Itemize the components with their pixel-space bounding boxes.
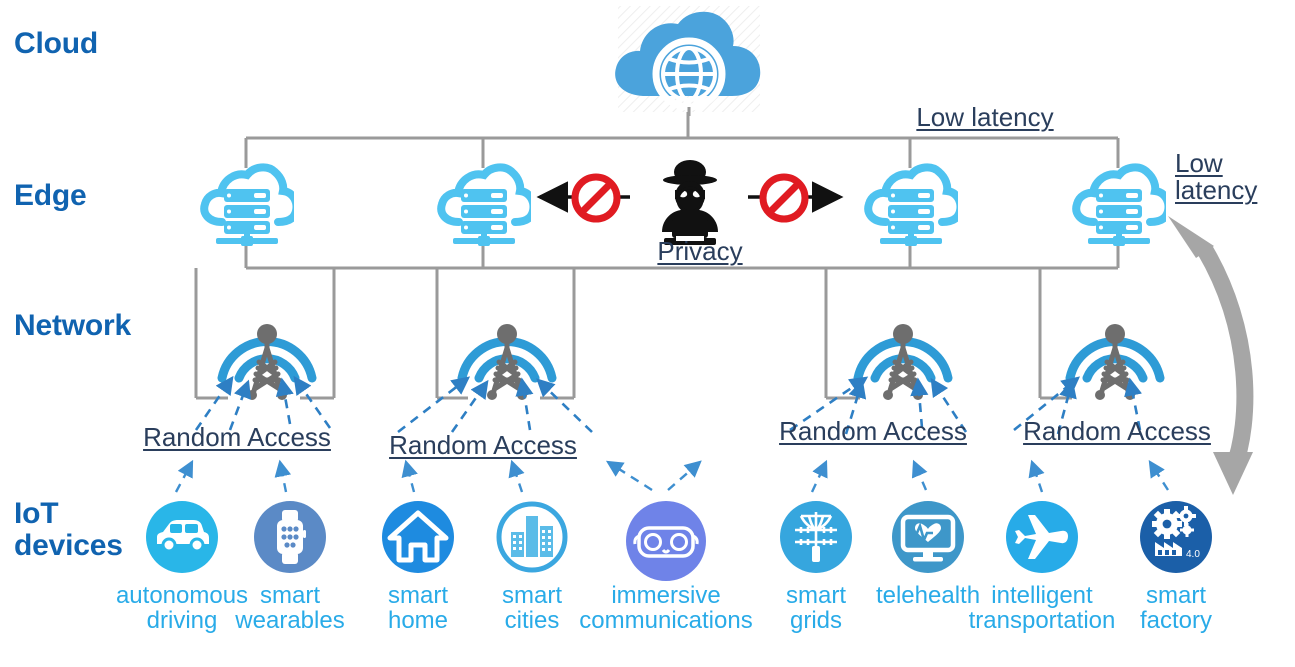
privacy-annotation: Privacy <box>657 236 743 266</box>
cell-tower-icon <box>853 324 953 400</box>
layer-label-cloud: Cloud <box>14 27 98 60</box>
device-label-immersive-communications: immersive communications <box>579 582 753 635</box>
device-smart-grids[interactable] <box>779 500 853 574</box>
diagram-canvas: Cloud Edge Network IoT devices Privacy L… <box>0 0 1295 667</box>
vr-goggles-icon <box>626 501 706 581</box>
edge-server-cloud-icon <box>200 163 301 246</box>
device-smart-factory[interactable]: 4.0 <box>1139 500 1213 574</box>
device-smart-wearables[interactable] <box>253 500 327 574</box>
edge-server-cloud-icon <box>437 163 538 246</box>
cloud-node[interactable] <box>602 4 774 116</box>
cell-tower-icon <box>217 324 317 400</box>
house-icon <box>382 501 454 573</box>
layer-label-iot: IoT devices <box>14 497 123 562</box>
network-node-4[interactable] <box>1054 278 1176 408</box>
device-label-smart-factory: smart factory <box>1139 582 1213 635</box>
cell-tower-icon <box>457 324 557 400</box>
device-telehealth[interactable] <box>891 500 965 574</box>
device-autonomous-driving[interactable] <box>145 500 219 574</box>
smartwatch-icon <box>254 501 326 573</box>
network-node-3[interactable] <box>842 278 964 408</box>
random-access-annotation-2: Random Access <box>389 430 577 460</box>
cloud-globe-icon <box>615 6 761 116</box>
edge-server-cloud-icon <box>864 163 965 246</box>
network-node-2[interactable] <box>446 278 568 408</box>
random-access-annotation-4: Random Access <box>1023 416 1211 446</box>
device-smart-home[interactable] <box>381 500 455 574</box>
monitor-heart-icon <box>892 501 964 573</box>
network-node-1[interactable] <box>206 278 328 408</box>
airplane-icon <box>1006 501 1078 573</box>
edge-node-2[interactable] <box>435 162 538 246</box>
buildings-icon <box>496 501 568 573</box>
car-icon <box>146 501 218 573</box>
low-latency-top-annotation: Low latency <box>916 102 1054 132</box>
hacker-node[interactable] <box>642 152 738 248</box>
device-label-smart-home: smart home <box>387 582 449 635</box>
factory-version-badge: 4.0 <box>1186 549 1200 560</box>
factory-gears-icon: 4.0 <box>1140 501 1212 573</box>
layer-label-edge: Edge <box>14 179 87 212</box>
hacker-icon <box>662 160 718 245</box>
prohibition-icon <box>571 173 621 223</box>
edge-node-3[interactable] <box>862 162 965 246</box>
prohibition-icon <box>759 173 809 223</box>
low-latency-right-annotation: Low latency <box>1175 148 1258 206</box>
prohibition-left <box>570 172 622 224</box>
device-intelligent-transportation[interactable] <box>1005 500 1079 574</box>
edge-server-cloud-icon <box>1072 163 1173 246</box>
device-label-smart-wearables: smart wearables <box>235 582 345 635</box>
random-access-annotation-1: Random Access <box>143 422 331 452</box>
edge-node-4[interactable] <box>1070 162 1173 246</box>
edge-node-1[interactable] <box>198 162 301 246</box>
prohibition-right <box>758 172 810 224</box>
device-immersive-communications[interactable] <box>625 500 707 582</box>
random-access-annotation-3: Random Access <box>779 416 967 446</box>
cell-tower-icon <box>1065 324 1165 400</box>
layer-label-network: Network <box>14 309 131 342</box>
device-smart-cities[interactable] <box>495 500 569 574</box>
power-line-icon <box>780 501 852 573</box>
